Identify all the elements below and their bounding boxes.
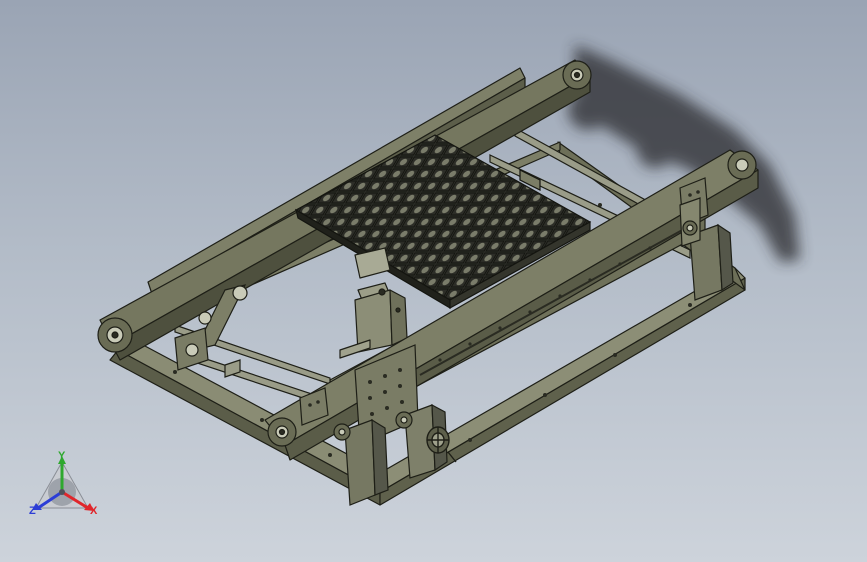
conveyor-assembly-model[interactable]: [0, 0, 867, 562]
z-axis-label: Z: [29, 505, 36, 517]
x-axis-label: X: [90, 505, 98, 517]
y-axis-label: Y: [58, 450, 66, 462]
cad-graphics-viewport[interactable]: Y X Z: [0, 0, 867, 562]
